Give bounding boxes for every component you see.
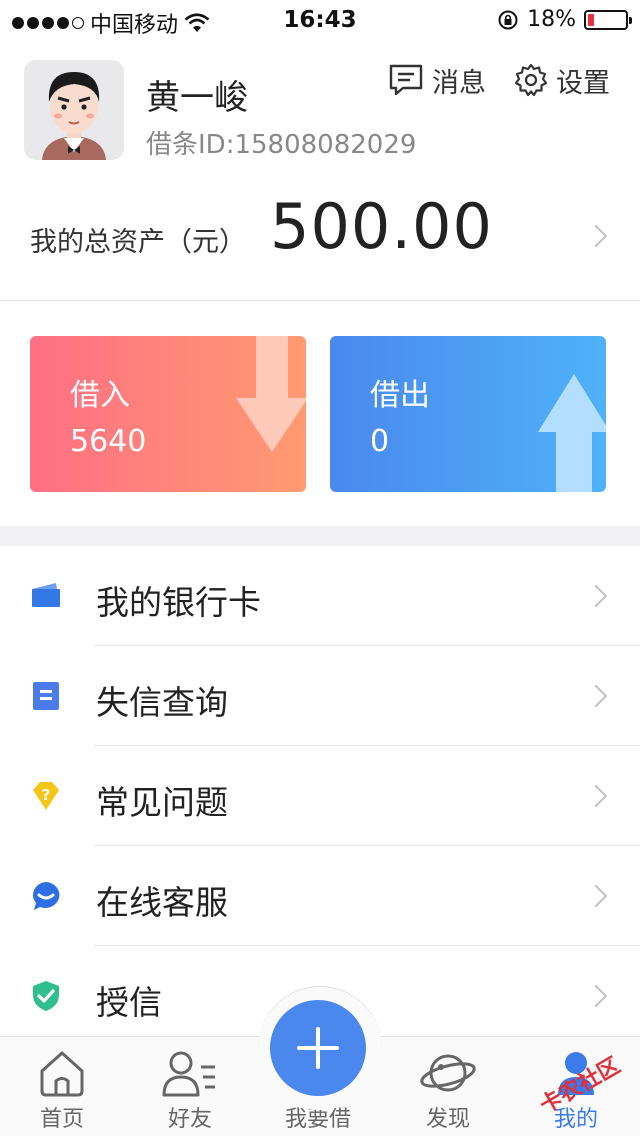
lend-out-card[interactable]: 借出 0 [330,336,606,492]
chevron-right-icon [584,784,608,808]
friends-icon [162,1051,215,1097]
borrow-in-card[interactable]: 借入 5640 [30,336,306,492]
menu-label: 授信 [96,983,162,1022]
status-right: 18% [497,7,632,32]
planet-icon [420,1054,476,1092]
tab-friends[interactable]: 好友 [130,1037,250,1136]
section-separator [0,526,640,546]
chevron-right-icon [584,224,608,248]
tab-label: 首页 [39,1107,84,1132]
avatar-illustration [42,72,106,160]
tab-home[interactable]: 首页 [2,1037,122,1136]
rotation-lock-icon [498,10,518,29]
messages-label: 消息 [432,67,486,99]
menu-item-faq[interactable]: ? 常见问题 [0,746,640,846]
settings-button[interactable]: 设置 [514,60,610,100]
chevron-right-icon [584,884,608,908]
total-assets-label: 我的总资产（元） [30,227,246,258]
user-name: 黄一峻 [146,78,248,118]
total-assets-value: 500.00 [270,190,493,263]
status-bar: 中国移动 16:43 18% [0,0,640,40]
home-icon [40,1051,84,1097]
battery-level [588,13,594,26]
chat-bubble-icon [33,882,60,910]
menu-list: 我的银行卡 失信查询 ? 常见问题 在线客服 授信 [0,546,640,1046]
arrow-down-icon [236,336,306,452]
tab-label: 发现 [425,1107,470,1132]
tab-label: 好友 [167,1107,212,1132]
menu-item-customer-service[interactable]: 在线客服 [0,846,640,946]
menu-item-credit-check[interactable]: 失信查询 [0,646,640,746]
chevron-right-icon [584,984,608,1008]
borrow-in-title: 借入 [70,378,130,413]
tab-discover[interactable]: 发现 [388,1037,508,1136]
shield-check-icon [33,981,59,1011]
menu-label: 我的银行卡 [96,583,261,622]
faq-icon: ? [33,782,59,810]
settings-label: 设置 [556,67,610,99]
borrow-plus-button[interactable] [270,1000,366,1096]
chevron-right-icon [584,584,608,608]
avatar[interactable] [24,60,124,160]
chevron-right-icon [584,684,608,708]
user-id: 借条ID:15808082029 [146,130,417,160]
lend-out-title: 借出 [370,378,430,413]
bank-card-icon [32,583,60,607]
battery-percent: 18% [527,7,576,32]
svg-text:?: ? [42,786,51,804]
message-icon [389,64,423,96]
borrow-in-value: 5640 [70,424,147,459]
document-icon [33,682,59,710]
lend-out-value: 0 [370,424,390,459]
tab-label: 我的 [553,1107,598,1132]
menu-label: 在线客服 [96,883,228,922]
menu-label: 失信查询 [96,683,228,722]
arrow-up-icon [538,374,606,492]
menu-item-bank-card[interactable]: 我的银行卡 [0,546,640,646]
gear-icon [514,63,548,97]
menu-label: 常见问题 [96,783,228,822]
total-assets-row[interactable]: 我的总资产（元） 500.00 [0,180,640,301]
messages-button[interactable]: 消息 [388,60,486,100]
battery-icon [584,9,632,30]
